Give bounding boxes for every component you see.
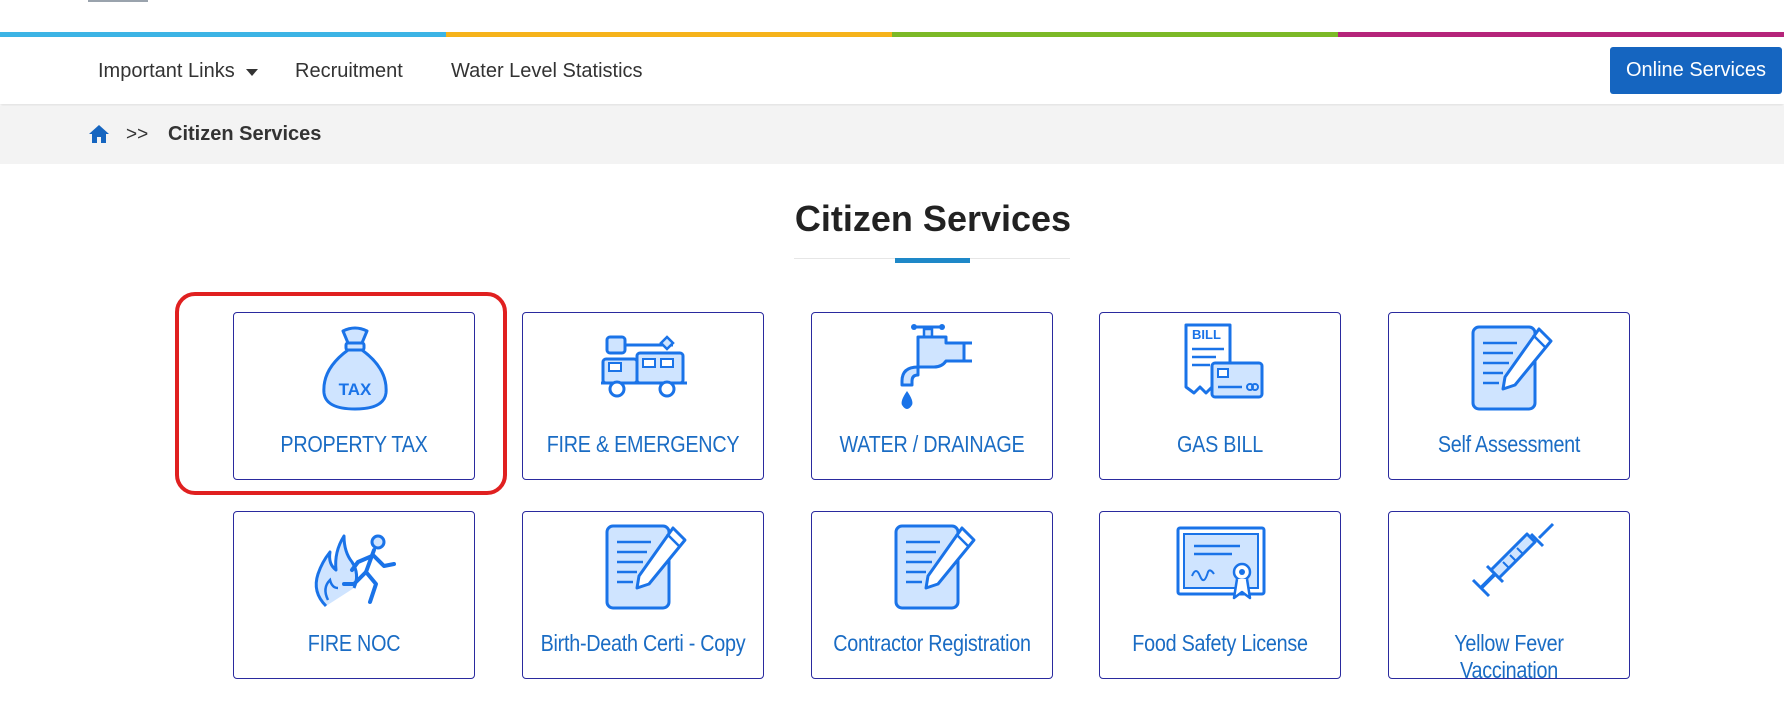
service-label: Self Assessment xyxy=(1437,431,1581,457)
document-pen-icon xyxy=(1471,325,1553,411)
service-card-gas-bill[interactable]: BILL GAS BILL xyxy=(1099,312,1341,480)
service-label: FIRE & EMERGENCY xyxy=(546,431,740,457)
breadcrumb-separator: >> xyxy=(126,124,149,145)
nav-important-links[interactable]: Important Links xyxy=(98,60,258,83)
nav-water-level-label: Water Level Statistics xyxy=(451,60,643,82)
fire-truck-icon xyxy=(601,335,687,398)
logo-edge xyxy=(88,0,148,2)
service-label: FIRE NOC xyxy=(307,630,401,656)
page-title: Citizen Services xyxy=(794,198,1072,239)
online-services-button[interactable]: Online Services xyxy=(1610,47,1782,94)
certificate-icon xyxy=(1176,526,1266,600)
service-label: Birth-Death Certi - Copy xyxy=(540,630,746,656)
nav-important-links-label: Important Links xyxy=(98,60,235,82)
service-card-self-assessment[interactable]: Self Assessment xyxy=(1388,312,1630,480)
tax-bag-icon: TAX xyxy=(322,326,388,411)
service-label: GAS BILL xyxy=(1177,431,1263,457)
chevron-down-icon xyxy=(245,69,258,76)
nav-recruitment[interactable]: Recruitment xyxy=(295,60,403,83)
water-tap-icon xyxy=(900,324,972,409)
service-card-food-safety-license[interactable]: Food Safety License xyxy=(1099,511,1341,679)
document-pen-icon xyxy=(894,524,976,610)
breadcrumb: >> Citizen Services xyxy=(0,106,1784,164)
syringe-icon xyxy=(1471,522,1555,598)
fire-escape-icon xyxy=(314,534,396,608)
nav-recruitment-label: Recruitment xyxy=(295,60,403,82)
service-label: WATER / DRAINAGE xyxy=(839,431,1025,457)
breadcrumb-current: Citizen Services xyxy=(168,123,322,145)
document-pen-icon xyxy=(605,524,687,610)
main-navbar: Important Links Recruitment Water Level … xyxy=(0,37,1784,104)
service-label: Contractor Registration xyxy=(833,630,1031,656)
svg-text:BILL: BILL xyxy=(1192,327,1221,342)
service-card-contractor-registration[interactable]: Contractor Registration xyxy=(811,511,1053,679)
service-card-fire-emergency[interactable]: FIRE & EMERGENCY xyxy=(522,312,764,480)
bill-card-icon: BILL xyxy=(1184,323,1264,399)
service-card-fire-noc[interactable]: FIRE NOC xyxy=(233,511,475,679)
service-label: PROPERTY TAX xyxy=(280,431,428,457)
home-icon[interactable] xyxy=(88,124,110,144)
service-label: Yellow Fever Vaccination xyxy=(1454,630,1564,683)
nav-water-level-statistics[interactable]: Water Level Statistics xyxy=(451,60,643,83)
service-card-yellow-fever-vaccination[interactable]: Yellow Fever Vaccination xyxy=(1388,511,1630,683)
svg-text:TAX: TAX xyxy=(339,380,372,399)
service-card-property-tax[interactable]: TAX PROPERTY TAX xyxy=(233,312,475,480)
service-card-birth-death-certificate[interactable]: Birth-Death Certi - Copy xyxy=(522,511,764,679)
service-label: Food Safety License xyxy=(1132,630,1308,656)
service-card-water-drainage[interactable]: WATER / DRAINAGE xyxy=(811,312,1053,480)
title-underline xyxy=(895,258,970,263)
